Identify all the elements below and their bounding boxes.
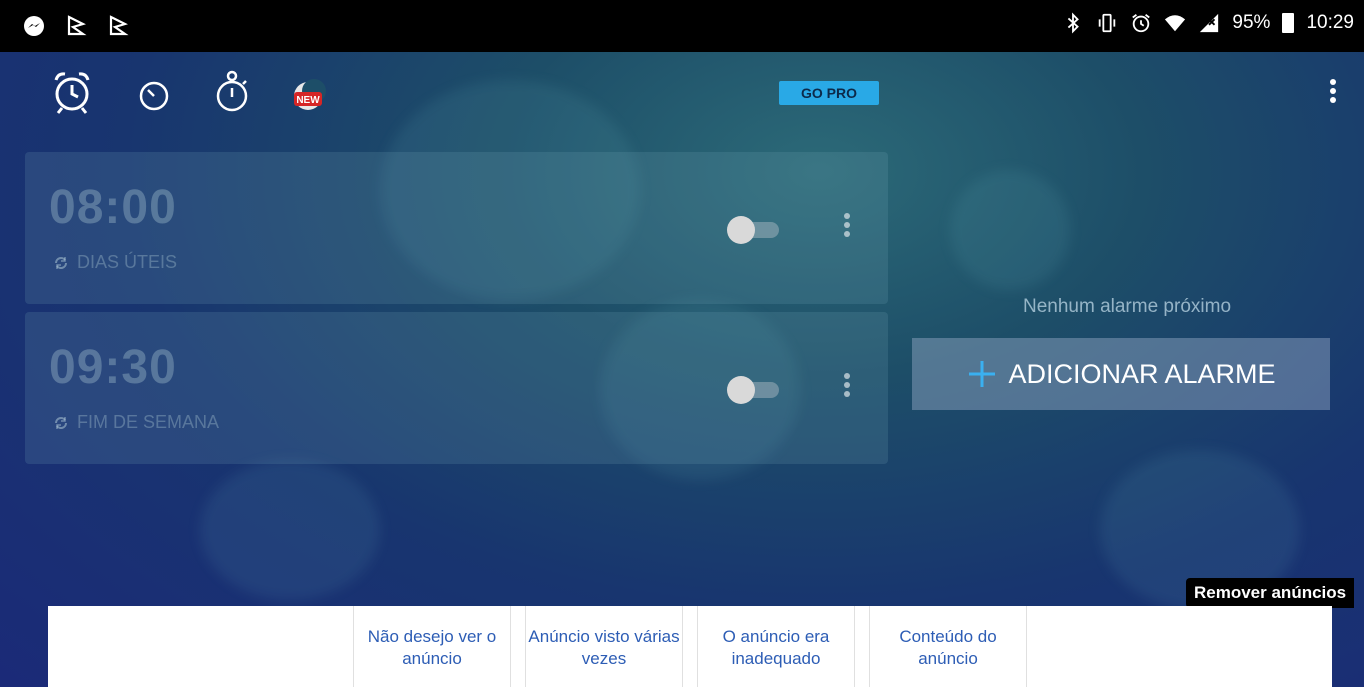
overflow-menu-icon[interactable]: [1322, 76, 1344, 108]
ad-option[interactable]: O anúncio era inadequado: [697, 606, 855, 687]
alarm-time: 08:00: [49, 181, 177, 234]
battery-percent: 95%: [1232, 12, 1271, 33]
ad-option[interactable]: Não desejo ver o anúncio: [353, 606, 511, 687]
add-alarm-label: ADICIONAR ALARME: [1008, 358, 1276, 389]
alarm-menu-icon[interactable]: [837, 370, 857, 406]
signal-icon: [1200, 13, 1219, 33]
status-bar: 95% 10:29: [0, 0, 1364, 52]
alarm-repeat-label: DIAS ÚTEIS: [77, 252, 178, 272]
wifi-icon: [1165, 15, 1186, 32]
alarm-card[interactable]: 09:30 FIM DE SEMANA: [25, 312, 888, 464]
flag-icon: [67, 15, 87, 36]
plus-icon: [969, 361, 996, 387]
alarm-menu-icon[interactable]: [837, 210, 857, 246]
ad-option[interactable]: Conteúdo do anúncio: [869, 606, 1027, 687]
go-pro-button[interactable]: GO PRO: [779, 81, 879, 105]
flag-icon: [109, 15, 129, 36]
alarm-repeat: DIAS ÚTEIS: [53, 252, 177, 273]
ad-option[interactable]: Anúncio visto várias vezes: [525, 606, 683, 687]
app-screen: 95% 10:29 NEW GO PRO 08:00 DIAS ÚTEIS 09…: [0, 0, 1364, 687]
alarm-card[interactable]: 08:00 DIAS ÚTEIS: [25, 152, 888, 304]
messenger-icon: [24, 16, 44, 36]
battery-icon: [1282, 13, 1295, 33]
alarm-repeat: FIM DE SEMANA: [53, 412, 219, 433]
new-badge: NEW: [296, 95, 320, 106]
vibrate-icon: [1099, 13, 1116, 33]
add-alarm-button[interactable]: ADICIONAR ALARME: [912, 338, 1330, 410]
alarm-repeat-label: FIM DE SEMANA: [77, 412, 220, 432]
app-toolbar: NEW: [0, 52, 1364, 134]
bluetooth-icon: [1068, 12, 1080, 34]
clock-time: 10:29: [1306, 12, 1354, 33]
ad-feedback-panel: Não desejo ver o anúncio Anúncio visto v…: [48, 606, 1332, 687]
alarm-clock-icon[interactable]: [50, 66, 94, 118]
alarm-time: 09:30: [49, 341, 177, 394]
background-bokeh: [200, 460, 380, 600]
repeat-icon: [55, 256, 67, 269]
stopwatch-icon[interactable]: [210, 66, 254, 118]
alarm-icon: [1132, 14, 1151, 33]
no-alarm-text: Nenhum alarme próximo: [1022, 296, 1232, 317]
repeat-icon: [55, 416, 67, 429]
alarm-toggle[interactable]: [727, 374, 779, 404]
remove-ads-button[interactable]: Remover anúncios: [1186, 578, 1355, 608]
alarm-toggle[interactable]: [727, 214, 779, 244]
sleep-new-icon[interactable]: NEW: [288, 66, 332, 118]
timer-icon[interactable]: [132, 66, 176, 118]
background-bokeh: [950, 170, 1070, 290]
next-alarm-panel: Nenhum alarme próximo ADICIONAR ALARME: [912, 296, 1332, 410]
